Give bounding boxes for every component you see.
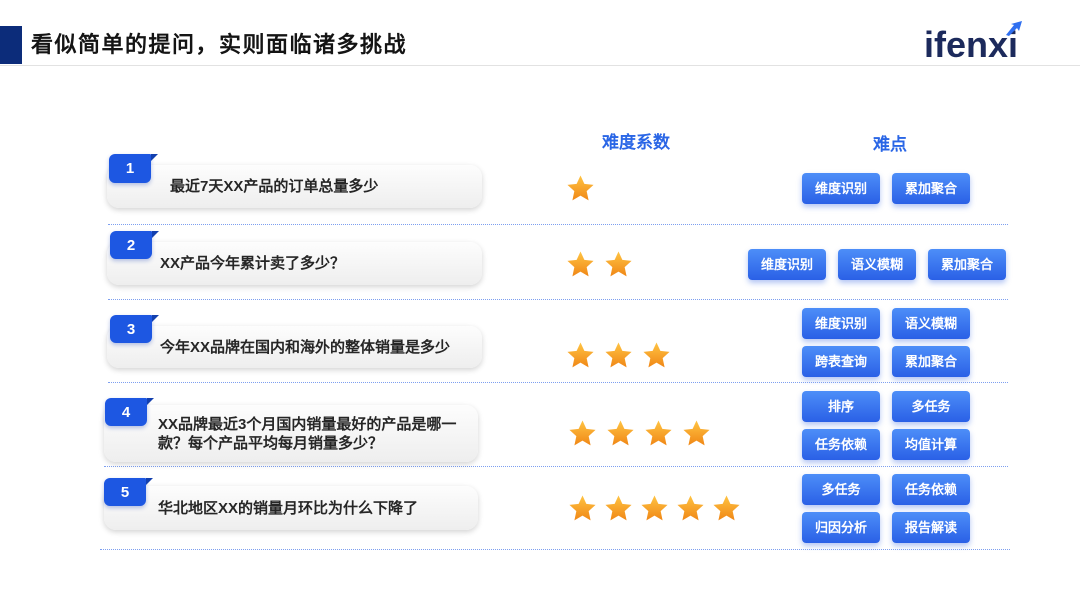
column-header-challenges: 难点: [873, 135, 907, 154]
star-icon: [567, 251, 594, 277]
question-card: 华北地区XX的销量月环比为什么下降了: [104, 486, 478, 530]
question-text: 今年XX品牌在国内和海外的整体销量是多少: [160, 338, 451, 356]
challenge-tag: 归因分析: [802, 512, 880, 543]
row-number: 1: [125, 160, 135, 177]
difficulty-rating: [566, 341, 671, 370]
question-card: XX产品今年累计卖了多少？: [107, 242, 482, 285]
title-accent-bar: [0, 26, 22, 64]
question-card: XX品牌最近3个月国内销量最好的产品是哪一款？每个产品平均每月销量多少？: [104, 405, 478, 462]
row-number-badge: 3: [110, 315, 159, 343]
challenge-tag: 任务依赖: [802, 429, 880, 460]
star-icon: [607, 420, 634, 446]
challenge-tag: 多任务: [892, 391, 970, 422]
difficulty-rating: [568, 494, 741, 523]
star-icon: [683, 420, 710, 446]
challenge-tag: 报告解读: [892, 512, 970, 543]
challenge-tag: 语义模糊: [892, 308, 970, 339]
challenge-tag: 维度识别: [802, 173, 880, 204]
row-divider: [108, 299, 1008, 300]
star-icon: [713, 495, 740, 521]
difficulty-rating: [568, 419, 711, 448]
row-number: 2: [126, 236, 136, 254]
row-number-badge: 4: [105, 398, 154, 426]
row-divider: [100, 549, 1010, 550]
star-icon: [567, 175, 594, 201]
question-text: XX产品今年累计卖了多少？: [160, 255, 346, 272]
difficulty-rating: [566, 250, 633, 279]
challenge-tag: 均值计算: [892, 429, 970, 460]
challenge-tags: 维度识别 累加聚合: [802, 173, 970, 204]
arrow-icon: [1006, 21, 1022, 36]
challenge-tag: 跨表查询: [802, 346, 880, 377]
challenge-tag: 累加聚合: [892, 346, 970, 377]
star-icon: [641, 495, 668, 521]
star-icon: [605, 342, 632, 368]
column-header-difficulty: 难度系数: [602, 133, 670, 152]
star-icon: [567, 342, 594, 368]
question-text: 华北地区XX的销量月环比为什么下降了: [158, 499, 419, 517]
challenge-tag: 语义模糊: [838, 249, 916, 280]
challenge-tags: 排序 多任务 任务依赖 均值计算: [802, 391, 970, 460]
star-icon: [605, 251, 632, 277]
challenge-tags: 维度识别 语义模糊 累加聚合: [748, 249, 1006, 280]
row-number-badge: 5: [104, 478, 153, 506]
challenge-tag: 累加聚合: [892, 173, 970, 204]
row-divider: [104, 466, 1008, 467]
challenge-tag: 维度识别: [748, 249, 826, 280]
page-title: 看似简单的提问，实则面临诸多挑战: [31, 32, 408, 57]
challenge-tag: 累加聚合: [928, 249, 1006, 280]
star-icon: [605, 495, 632, 521]
star-icon: [569, 420, 596, 446]
row-number: 5: [120, 483, 130, 501]
row-number-badge: 2: [110, 231, 159, 259]
challenge-tags: 维度识别 语义模糊 跨表查询 累加聚合: [802, 308, 970, 377]
question-card: 最近7天XX产品的订单总量多少: [107, 165, 482, 208]
challenge-tag: 多任务: [802, 474, 880, 505]
challenge-tags: 多任务 任务依赖 归因分析 报告解读: [802, 474, 970, 543]
row-divider: [108, 224, 1008, 225]
star-icon: [677, 495, 704, 521]
star-icon: [645, 420, 672, 446]
row-number-badge: 1: [109, 154, 158, 183]
challenge-tag: 任务依赖: [892, 474, 970, 505]
challenge-tag: 排序: [802, 391, 880, 422]
row-number: 4: [121, 403, 131, 421]
challenge-tag: 维度识别: [802, 308, 880, 339]
star-icon: [569, 495, 596, 521]
header-divider: [0, 65, 1080, 66]
row-divider: [108, 382, 1008, 383]
row-number: 3: [126, 320, 136, 338]
question-card: 今年XX品牌在国内和海外的整体销量是多少: [107, 326, 482, 368]
question-text: 最近7天XX产品的订单总量多少: [170, 178, 379, 195]
question-text: XX品牌最近3个月国内销量最好的产品是哪一款？每个产品平均每月销量多少？: [158, 415, 457, 452]
star-icon: [643, 342, 670, 368]
difficulty-rating: [566, 174, 595, 203]
